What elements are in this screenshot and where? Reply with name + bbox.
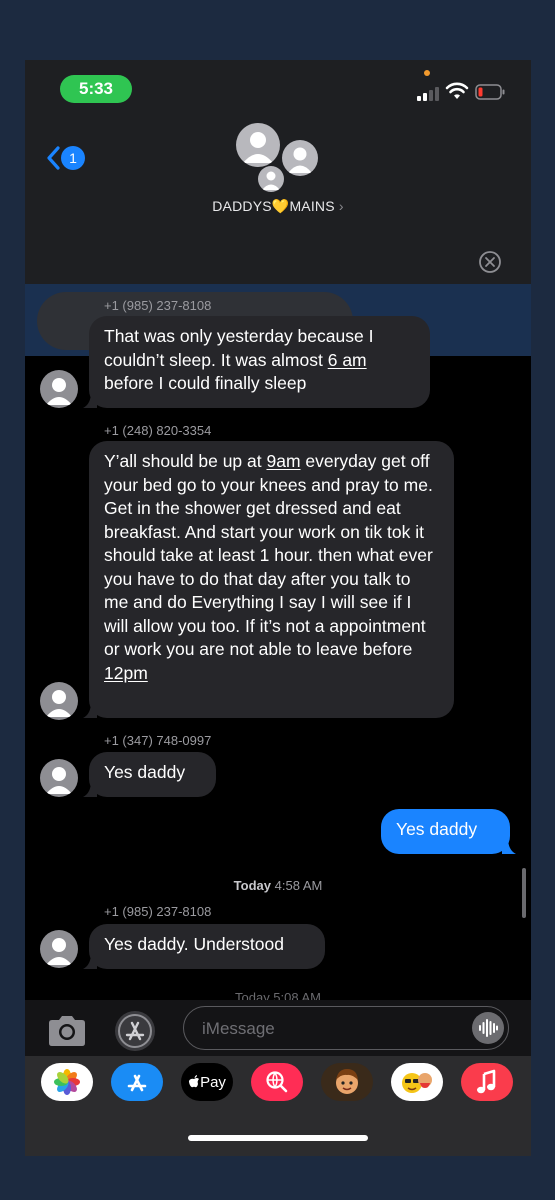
photos-flower-glyph xyxy=(54,1069,80,1095)
back-button[interactable]: 1 xyxy=(45,145,85,171)
imessage-input[interactable] xyxy=(200,1007,454,1050)
apple-pay-app-icon[interactable]: Pay xyxy=(181,1063,233,1101)
bubble-tail xyxy=(83,702,97,718)
person-icon xyxy=(46,938,72,965)
incoming-message-bubble[interactable]: Y’all should be up at 9am everyday get o… xyxy=(83,441,454,718)
bubble-tail xyxy=(83,392,97,408)
sender-avatar[interactable] xyxy=(40,759,78,797)
bubble-tail xyxy=(83,781,97,797)
sender-avatar[interactable] xyxy=(40,682,78,720)
incoming-message-bubble[interactable]: Yes daddy xyxy=(83,752,216,797)
status-bar: 5:33 xyxy=(25,60,531,118)
person-icon xyxy=(243,132,273,163)
group-member-avatar xyxy=(282,140,318,176)
close-circle-icon[interactable] xyxy=(478,250,502,274)
group-name-part: DADDYS xyxy=(212,198,272,214)
apple-logo-icon xyxy=(189,1075,200,1088)
cellular-signal-icon xyxy=(417,85,441,101)
bubble-tail xyxy=(502,838,516,854)
audio-waveform-glyph xyxy=(479,1019,498,1037)
chevron-left-icon xyxy=(47,146,60,170)
message-sender: +1 (347) 748-0997 xyxy=(104,733,212,748)
message-list[interactable]: +1 (985) 237-8108 That was only yesterda… xyxy=(25,298,531,1000)
message-sender: +1 (985) 237-8108 xyxy=(104,298,212,313)
app-store-glyph xyxy=(127,1074,147,1092)
waveform-icon[interactable] xyxy=(472,1012,504,1044)
group-name[interactable]: DADDYS💛MAINS › xyxy=(25,198,531,215)
timestamp-partial: Today 5:08 AM xyxy=(235,990,321,1000)
home-indicator[interactable] xyxy=(188,1135,368,1141)
person-icon xyxy=(46,378,72,405)
status-time[interactable]: 5:33 xyxy=(60,75,132,103)
date-detector-link[interactable]: 12pm xyxy=(104,663,148,683)
chevron-right-icon: › xyxy=(338,198,344,214)
message-text: Yes daddy xyxy=(396,819,478,839)
person-icon xyxy=(46,767,72,794)
message-sender: +1 (985) 237-8108 xyxy=(104,904,212,919)
incoming-message-bubble[interactable]: That was only yesterday because I couldn… xyxy=(83,316,430,408)
music-app-icon[interactable] xyxy=(461,1063,513,1101)
bubble-tail xyxy=(83,953,97,969)
conversation-header: 1 DADDYS💛MAINS › xyxy=(25,118,531,356)
apps-glyph xyxy=(118,1014,152,1048)
emoji-stickers-icon xyxy=(402,1073,432,1093)
timestamp: Today 4:58 AM xyxy=(25,878,531,893)
person-icon xyxy=(288,147,312,173)
message-text: Yes daddy xyxy=(104,762,186,782)
sender-avatar[interactable] xyxy=(40,930,78,968)
app-store-icon[interactable] xyxy=(115,1011,155,1051)
wifi-icon xyxy=(445,82,469,99)
music-note-icon xyxy=(477,1069,496,1094)
message-text: Yes daddy. Understood xyxy=(104,934,284,954)
animoji-stickers-app-icon[interactable] xyxy=(391,1063,443,1101)
yellow-heart-emoji: 💛 xyxy=(271,198,290,214)
timestamp-day: Today xyxy=(233,878,271,893)
compose-bar xyxy=(25,1000,531,1056)
message-input-field[interactable] xyxy=(183,1006,509,1050)
memoji-face-icon xyxy=(336,1069,358,1094)
memoji-app-icon[interactable] xyxy=(321,1063,373,1101)
date-detector-link[interactable]: 9am xyxy=(266,451,300,471)
imessage-app-drawer: Pay xyxy=(25,1056,531,1156)
globe-search-icon xyxy=(266,1071,288,1093)
group-member-avatar xyxy=(236,123,280,167)
message-text: Y’all should be up at xyxy=(104,451,267,471)
outgoing-message-bubble[interactable]: Yes daddy xyxy=(381,809,516,854)
phone-screen: 5:33 1 DADDYS💛MAINS › +1 (985) 237-8108 … xyxy=(25,60,531,1156)
battery-low-icon xyxy=(475,84,505,100)
person-icon xyxy=(262,171,280,190)
group-name-part: MAINS xyxy=(289,198,335,214)
message-text: everyday get off your bed go to your kne… xyxy=(104,451,433,659)
images-search-app-icon[interactable] xyxy=(251,1063,303,1101)
photos-app-icon[interactable] xyxy=(41,1063,93,1101)
person-icon xyxy=(46,690,72,717)
privacy-indicator-dot xyxy=(424,70,430,76)
message-sender: +1 (248) 820-3354 xyxy=(104,423,212,438)
group-member-avatar xyxy=(258,166,284,192)
scrollbar[interactable] xyxy=(522,868,526,918)
message-text: before I could finally sleep xyxy=(104,373,307,393)
unread-count-badge: 1 xyxy=(61,146,85,170)
incoming-message-bubble[interactable]: Yes daddy. Understood xyxy=(83,924,325,969)
apple-pay-label: Pay xyxy=(200,1073,226,1091)
timestamp-time: 4:58 AM xyxy=(274,878,323,893)
camera-icon[interactable] xyxy=(45,1014,89,1048)
app-store-app-icon[interactable] xyxy=(111,1063,163,1101)
date-detector-link[interactable]: 6 am xyxy=(328,350,367,370)
sender-avatar[interactable] xyxy=(40,370,78,408)
